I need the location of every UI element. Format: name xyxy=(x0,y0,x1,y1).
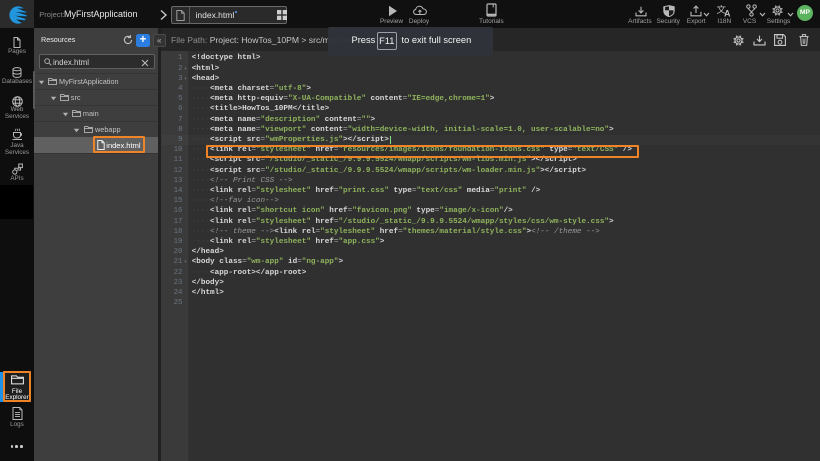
svg-text:A: A xyxy=(724,9,731,18)
